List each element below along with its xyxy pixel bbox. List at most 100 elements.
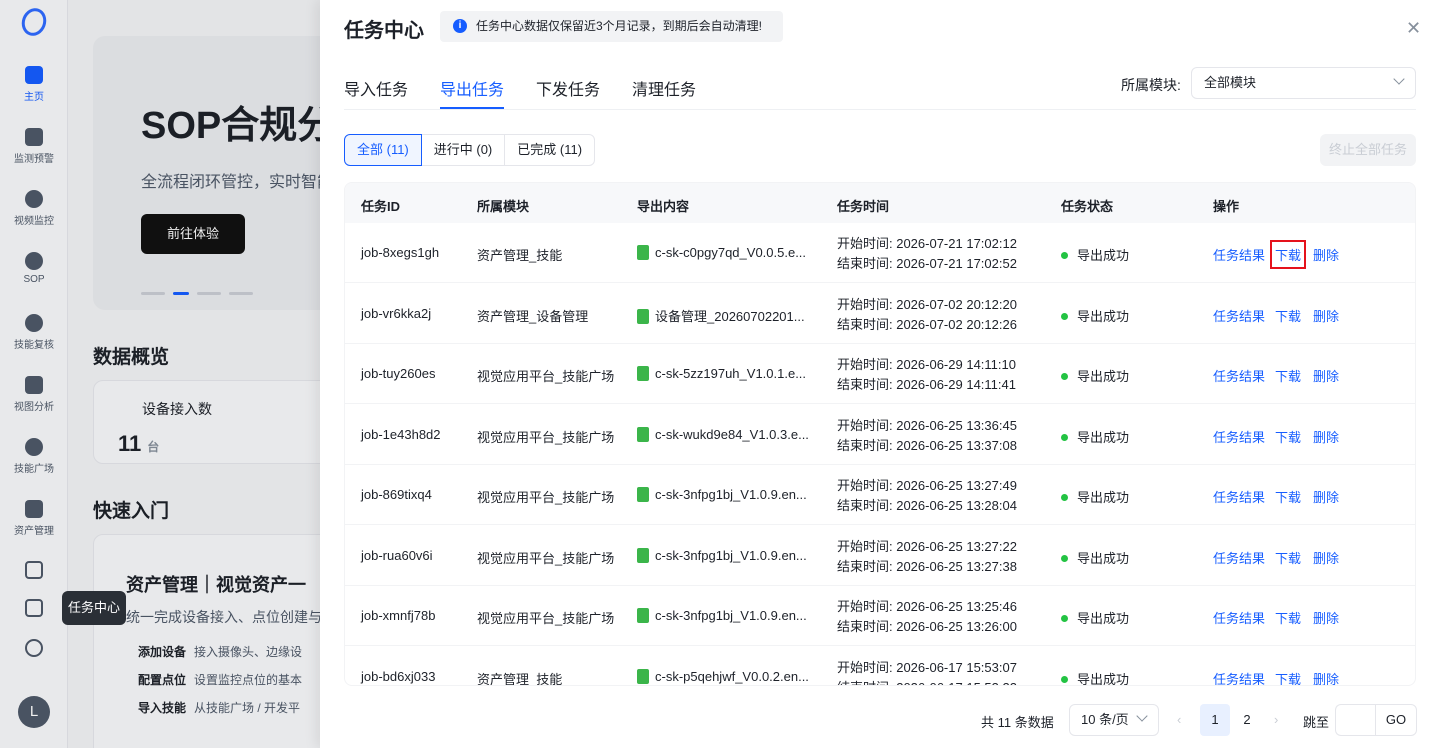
export-content[interactable]: c-sk-p5qehjwf_V0.0.2.en...: [637, 668, 809, 684]
download-link[interactable]: 下载: [1275, 669, 1301, 686]
success-dot-icon: [1061, 373, 1068, 380]
filter-running[interactable]: 进行中 (0): [420, 134, 506, 166]
next-page-icon[interactable]: ›: [1274, 712, 1278, 727]
task-module: 视觉应用平台_技能广场: [477, 550, 615, 566]
task-id: job-1e43h8d2: [361, 426, 441, 442]
success-dot-icon: [1061, 252, 1068, 259]
task-table: 任务ID 所属模块 导出内容 任务时间 任务状态 操作 job-8xegs1gh…: [344, 182, 1416, 686]
file-icon: [637, 487, 649, 502]
tab-dispatch[interactable]: 下发任务: [536, 76, 600, 108]
export-content[interactable]: c-sk-wukd9e84_V1.0.3.e...: [637, 426, 809, 442]
jump-input[interactable]: [1335, 704, 1375, 736]
task-module: 资产管理_技能: [477, 671, 563, 686]
success-dot-icon: [1061, 312, 1068, 320]
file-icon: [637, 608, 649, 623]
task-time: 开始时间: 2026-07-02 20:12:20 结束时间: 2026-07-0…: [837, 296, 1017, 332]
task-time: 开始时间: 2026-06-25 13:27:49 结束时间: 2026-06-2…: [837, 478, 1017, 513]
delete-link[interactable]: 删除: [1313, 245, 1339, 264]
task-module: 视觉应用平台_技能广场: [477, 611, 615, 626]
task-id: job-tuy260es: [361, 366, 436, 381]
download-link[interactable]: 下载: [1275, 608, 1301, 627]
total-count: 共 11 条数据: [981, 715, 1054, 730]
task-id: job-bd6xj033: [361, 668, 436, 684]
task-status: 导出成功: [1061, 245, 1129, 264]
jump-label: 跳至: [1303, 715, 1330, 730]
retention-notice: i 任务中心数据仅保留近3个月记录，到期后会自动清理!: [440, 11, 783, 42]
table-row: job-rua60v6i 视觉应用平台_技能广场 c-sk-3nfpg1bj_V1.…: [345, 526, 1415, 586]
tab-import[interactable]: 导入任务: [344, 76, 408, 108]
download-link[interactable]: 下载: [1275, 548, 1301, 567]
task-time: 开始时间: 2026-06-29 14:11:10 结束时间: 2026-06-2…: [837, 357, 1016, 392]
delete-link[interactable]: 删除: [1313, 608, 1339, 627]
task-result-link[interactable]: 任务结果: [1213, 306, 1265, 325]
success-dot-icon: [1061, 615, 1068, 622]
delete-link[interactable]: 删除: [1313, 427, 1339, 446]
page-2[interactable]: 2: [1232, 704, 1262, 736]
export-content[interactable]: c-sk-3nfpg1bj_V1.0.9.en...: [637, 487, 807, 502]
file-icon: [637, 308, 649, 324]
tab-export[interactable]: 导出任务: [440, 76, 505, 109]
page-1[interactable]: 1: [1200, 704, 1230, 736]
task-result-link[interactable]: 任务结果: [1213, 548, 1265, 567]
delete-link[interactable]: 删除: [1313, 306, 1339, 325]
delete-link[interactable]: 删除: [1313, 487, 1339, 506]
col-module: 所属模块: [477, 199, 530, 214]
file-icon: [637, 668, 649, 684]
task-status: 导出成功: [1061, 487, 1129, 506]
download-link[interactable]: 下载: [1275, 427, 1301, 446]
task-result-link[interactable]: 任务结果: [1213, 427, 1265, 446]
close-icon[interactable]: ✕: [1406, 18, 1421, 39]
export-content[interactable]: c-sk-5zz197uh_V1.0.1.e...: [637, 366, 806, 381]
task-result-link[interactable]: 任务结果: [1213, 608, 1265, 627]
delete-link[interactable]: 删除: [1313, 366, 1339, 385]
module-select[interactable]: 全部模块: [1191, 67, 1416, 99]
download-link[interactable]: 下载: [1275, 366, 1301, 385]
table-row: job-1e43h8d2 视觉应用平台_技能广场 c-sk-wukd9e84_V1.…: [345, 405, 1415, 465]
table-row: job-vr6kka2j 资产管理_设备管理 设备管理_20260702201...…: [345, 284, 1415, 344]
task-id: job-869tixq4: [361, 487, 432, 502]
task-id: job-rua60v6i: [361, 547, 433, 563]
task-module: 视觉应用平台_技能广场: [477, 490, 615, 505]
export-content[interactable]: 设备管理_20260702201...: [637, 306, 805, 325]
tab-cleanup[interactable]: 清理任务: [632, 76, 696, 108]
tab-divider: [344, 109, 1416, 110]
table-header: 任务ID 所属模块 导出内容 任务时间 任务状态 操作: [345, 183, 1415, 223]
task-result-link[interactable]: 任务结果: [1213, 366, 1265, 385]
export-content[interactable]: c-sk-3nfpg1bj_V1.0.9.en...: [637, 608, 807, 623]
col-status: 任务状态: [1061, 199, 1114, 214]
task-time: 开始时间: 2026-06-25 13:27:22 结束时间: 2026-06-2…: [837, 538, 1017, 574]
filter-done[interactable]: 已完成 (11): [504, 134, 596, 166]
file-icon: [637, 426, 649, 442]
page-size-select[interactable]: 10 条/页: [1069, 704, 1159, 736]
col-task-id: 任务ID: [361, 199, 401, 214]
file-icon: [637, 547, 649, 563]
download-link[interactable]: 下载: [1275, 487, 1301, 506]
task-result-link[interactable]: 任务结果: [1213, 487, 1265, 506]
module-label: 所属模块:: [1121, 77, 1181, 93]
task-result-link[interactable]: 任务结果: [1213, 245, 1265, 264]
stop-all-button[interactable]: 终止全部任务: [1320, 134, 1416, 166]
task-status: 导出成功: [1061, 366, 1129, 385]
filter-all[interactable]: 全部 (11): [344, 134, 422, 166]
prev-page-icon[interactable]: ‹: [1177, 712, 1181, 727]
task-id: job-xmnfj78b: [361, 608, 436, 623]
task-result-link[interactable]: 任务结果: [1213, 669, 1265, 686]
delete-link[interactable]: 删除: [1313, 669, 1339, 686]
delete-link[interactable]: 删除: [1313, 548, 1339, 567]
drawer-mask[interactable]: [0, 0, 320, 748]
task-center-drawer: 任务中心 i 任务中心数据仅保留近3个月记录，到期后会自动清理! ✕ 导入任务 …: [320, 0, 1440, 748]
export-content[interactable]: c-sk-3nfpg1bj_V1.0.9.en...: [637, 547, 807, 563]
go-button[interactable]: GO: [1375, 704, 1417, 736]
download-link[interactable]: 下载: [1275, 306, 1301, 325]
success-dot-icon: [1061, 494, 1068, 501]
table-row: job-869tixq4 视觉应用平台_技能广场 c-sk-3nfpg1bj_V1.…: [345, 465, 1415, 525]
export-content[interactable]: c-sk-c0pgy7qd_V0.0.5.e...: [637, 245, 806, 260]
success-dot-icon: [1061, 675, 1068, 683]
task-time: 开始时间: 2026-06-25 13:25:46 结束时间: 2026-06-2…: [837, 599, 1017, 634]
success-dot-icon: [1061, 554, 1068, 562]
download-link[interactable]: 下载: [1269, 240, 1307, 269]
task-module: 视觉应用平台_技能广场: [477, 429, 615, 445]
table-row: job-bd6xj033 资产管理_技能 c-sk-p5qehjwf_V0.0.2.…: [345, 647, 1415, 686]
table-row: job-8xegs1gh 资产管理_技能 c-sk-c0pgy7qd_V0.0.5.…: [345, 223, 1415, 283]
task-status: 导出成功: [1061, 306, 1129, 325]
